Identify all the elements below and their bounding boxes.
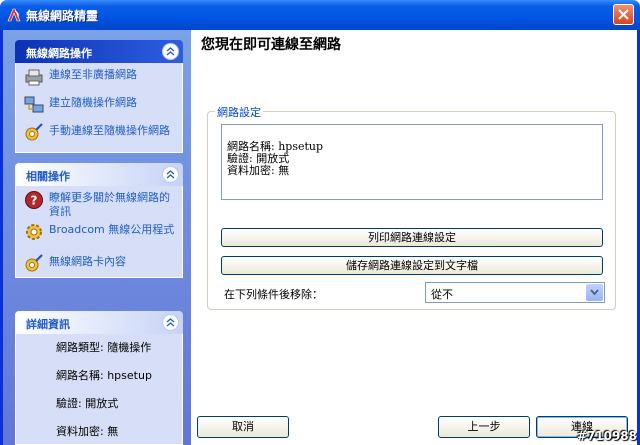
- collapse-chevron-icon[interactable]: [162, 166, 179, 183]
- window-title: 無線網路精靈: [26, 9, 99, 23]
- remove-after-value: 從不: [431, 288, 453, 301]
- summary-encryption: 資料加密: 無: [227, 164, 290, 177]
- save-settings-button[interactable]: 儲存網路連線設定到文字檔: [221, 256, 603, 275]
- printer-network-icon: [24, 67, 44, 87]
- network-computers-icon: [24, 95, 44, 115]
- related-tasks-panel: 相關操作 ? 瞭解更多關於無線網路的資訊 Broadcom 無線公用程式 無線網…: [15, 163, 183, 278]
- close-button[interactable]: [613, 4, 634, 25]
- related-tasks-title: 相關操作: [26, 170, 70, 183]
- gear-icon: [24, 222, 44, 242]
- related-tasks-header[interactable]: 相關操作: [15, 163, 183, 186]
- task-item-label: 手動連線至隨機操作網路: [49, 124, 170, 137]
- detail-network-type: 網路類型: 隨機操作: [56, 341, 152, 354]
- task-item-label: 連線至非廣播網路: [49, 68, 137, 81]
- task-item-label: Broadcom 無線公用程式: [49, 223, 175, 236]
- settings-summary-box: 網路名稱: hpsetup 驗證: 開放式 資料加密: 無: [221, 124, 603, 200]
- gear-wand-icon: [24, 123, 44, 143]
- title-bar[interactable]: 無線網路精靈: [0, 0, 640, 30]
- wireless-tasks-title: 無線網路操作: [26, 47, 92, 60]
- page-title: 您現在即可連線至網路: [201, 37, 341, 53]
- collapse-chevron-icon[interactable]: [162, 314, 179, 331]
- detail-authentication: 驗證: 開放式: [56, 397, 119, 410]
- close-icon: [618, 9, 629, 20]
- wireless-tasks-panel: 無線網路操作 連線至非廣播網路 建立隨機操作網路 手動連線至隨機操作網路: [15, 40, 183, 153]
- collapse-chevron-icon[interactable]: [162, 43, 179, 60]
- detail-encryption: 資料加密: 無: [56, 425, 119, 438]
- gear-wand-icon: [24, 254, 44, 274]
- task-item-label: 無線網路卡內容: [49, 255, 126, 268]
- cancel-button[interactable]: 取消: [197, 416, 289, 438]
- dropdown-arrow-icon[interactable]: [586, 284, 603, 301]
- detail-network-name: 網路名稱: hpsetup: [56, 369, 152, 382]
- remove-after-select[interactable]: 從不: [425, 282, 605, 303]
- related-tasks-body: ? 瞭解更多關於無線網路的資訊 Broadcom 無線公用程式 無線網路卡內容: [15, 186, 183, 278]
- task-pane: 無線網路操作 連線至非廣播網路 建立隨機操作網路 手動連線至隨機操作網路 相關操…: [3, 30, 191, 445]
- help-icon: ?: [24, 190, 44, 210]
- print-settings-button[interactable]: 列印網路連線設定: [221, 228, 603, 247]
- watermark: #710988: [576, 429, 637, 443]
- wireless-tasks-body: 連線至非廣播網路 建立隨機操作網路 手動連線至隨機操作網路: [15, 63, 183, 153]
- back-button[interactable]: 上一步: [438, 416, 530, 438]
- wireless-wizard-icon: [6, 7, 22, 23]
- details-body: 網路類型: 隨機操作 網路名稱: hpsetup 驗證: 開放式 資料加密: 無: [15, 334, 183, 445]
- details-header[interactable]: 詳細資訊: [15, 311, 183, 334]
- task-item-label: 瞭解更多關於無線網路的資訊: [49, 191, 170, 218]
- svg-text:?: ?: [31, 194, 38, 208]
- task-item-label: 建立隨機操作網路: [49, 96, 137, 109]
- details-panel: 詳細資訊 網路類型: 隨機操作 網路名稱: hpsetup 驗證: 開放式 資料…: [15, 311, 183, 445]
- remove-after-label: 在下列條件後移除：: [224, 288, 323, 301]
- wireless-tasks-header[interactable]: 無線網路操作: [15, 40, 183, 63]
- details-title: 詳細資訊: [26, 318, 70, 331]
- group-title: 網路設定: [215, 104, 263, 120]
